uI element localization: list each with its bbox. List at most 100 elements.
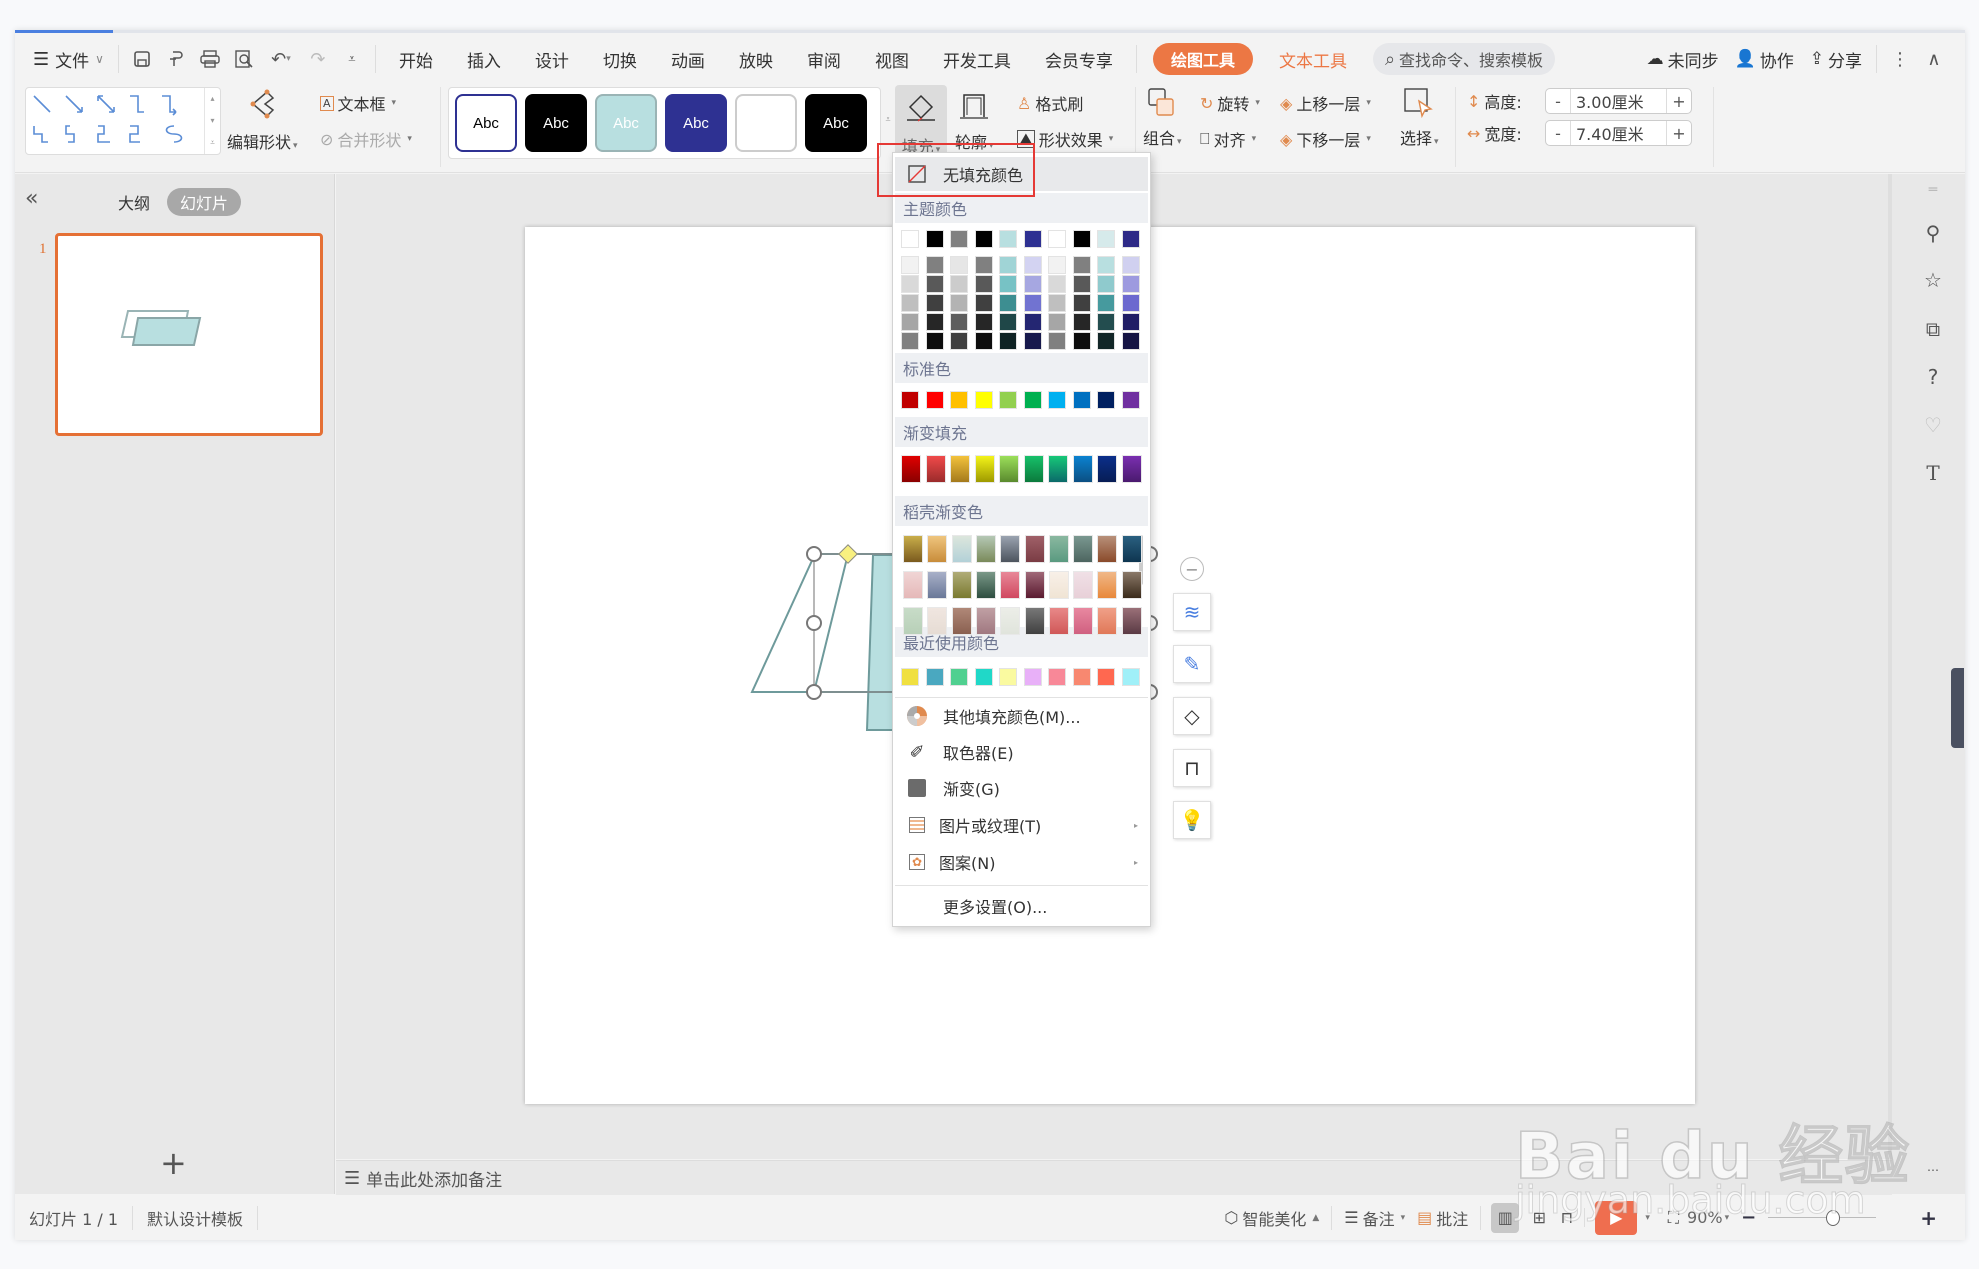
tab-review[interactable]: 审阅 — [790, 39, 858, 79]
more-fill-colors-item[interactable]: 其他填充颜色(M)... — [895, 699, 1148, 733]
theme-color-swatch[interactable] — [925, 230, 944, 248]
layers-button[interactable]: ≋ — [1173, 593, 1211, 631]
align-button[interactable]: ⎕ 对齐 ▾ — [1200, 127, 1256, 151]
slide-sorter-button[interactable]: ⊞ — [1525, 1208, 1553, 1227]
theme-shade-swatch[interactable] — [950, 294, 968, 312]
theme-shade-swatch[interactable] — [925, 332, 944, 350]
pattern-item[interactable]: ✿ 图案(N) ▸ — [895, 845, 1148, 879]
theme-shade-swatch[interactable] — [1072, 313, 1091, 331]
theme-shade-swatch[interactable] — [950, 275, 968, 293]
recent-color-swatch[interactable] — [999, 668, 1017, 686]
shape-style-3[interactable]: Abc — [595, 94, 657, 152]
theme-shade-swatch[interactable] — [974, 256, 993, 274]
gradient-fill-swatch[interactable] — [901, 455, 921, 483]
normal-view-button[interactable]: ▥ — [1491, 1202, 1520, 1233]
theme-shade-swatch[interactable] — [1023, 275, 1042, 293]
add-slide-button[interactable]: + — [160, 1144, 187, 1182]
zoom-out-button[interactable]: − — [1741, 1207, 1756, 1228]
style-brush-button[interactable]: ✎ — [1173, 645, 1211, 683]
height-decrease-button[interactable]: - — [1546, 92, 1570, 111]
collapse-float-toolbar[interactable]: − — [1180, 557, 1204, 581]
theme-shade-swatch[interactable] — [1121, 256, 1140, 274]
theme-shade-swatch[interactable] — [1023, 294, 1042, 312]
gradient-fill-swatch[interactable] — [1048, 455, 1068, 483]
template-name[interactable]: 默认设计模板 — [147, 1205, 259, 1230]
collapse-panel-button[interactable]: « — [25, 186, 38, 211]
zoom-slider[interactable] — [1768, 1208, 1877, 1228]
standard-color-swatch[interactable] — [999, 391, 1017, 409]
docer-gradient-swatch[interactable] — [1073, 535, 1094, 563]
theme-shade-swatch[interactable] — [1097, 256, 1115, 274]
recent-color-swatch[interactable] — [1097, 668, 1115, 686]
tab-developer[interactable]: 开发工具 — [926, 39, 1028, 79]
docer-gradient-swatch[interactable] — [1097, 571, 1118, 599]
theme-shade-swatch[interactable] — [1072, 332, 1091, 350]
recent-color-swatch[interactable] — [925, 668, 944, 686]
theme-shade-swatch[interactable] — [1121, 294, 1140, 312]
docer-gradient-swatch[interactable] — [951, 607, 972, 635]
resize-handle-bl[interactable] — [806, 684, 822, 700]
recent-color-swatch[interactable] — [974, 668, 993, 686]
idea-icon[interactable]: ♡ — [1918, 410, 1948, 440]
standard-color-swatch[interactable] — [901, 391, 919, 409]
redo-icon[interactable]: ↷ — [301, 42, 335, 76]
standard-color-swatch[interactable] — [1048, 391, 1066, 409]
theme-color-swatch[interactable] — [1121, 230, 1140, 248]
zoom-slider-thumb[interactable] — [1825, 1209, 1840, 1226]
theme-shade-swatch[interactable] — [1121, 275, 1140, 293]
collapse-ribbon-icon[interactable]: ∧ — [1917, 42, 1951, 76]
theme-shade-swatch[interactable] — [974, 332, 993, 350]
tab-insert[interactable]: 插入 — [450, 39, 518, 79]
tab-slides[interactable]: 幻灯片 — [167, 188, 242, 216]
docer-gradient-swatch[interactable] — [927, 607, 948, 635]
theme-shade-swatch[interactable] — [974, 275, 993, 293]
height-increase-button[interactable]: + — [1667, 92, 1691, 111]
properties-icon[interactable]: ⚲ — [1918, 218, 1948, 248]
picture-texture-item[interactable]: 图片或纹理(T) ▸ — [895, 808, 1148, 842]
theme-shade-swatch[interactable] — [1072, 256, 1091, 274]
save-icon[interactable] — [125, 42, 159, 76]
gradient-fill-swatch[interactable] — [1121, 455, 1142, 483]
theme-color-swatch[interactable] — [974, 230, 993, 248]
file-menu[interactable]: ☰ 文件 ∨ — [25, 39, 112, 79]
tab-slideshow[interactable]: 放映 — [722, 39, 790, 79]
slide-thumbnail[interactable] — [55, 233, 323, 436]
recent-color-swatch[interactable] — [950, 668, 968, 686]
resize-handle-tl[interactable] — [806, 546, 822, 562]
recent-color-swatch[interactable] — [901, 668, 919, 686]
rotate-button[interactable]: ↻ 旋转 ▾ — [1200, 91, 1260, 115]
docer-gradient-swatch[interactable] — [1097, 535, 1118, 563]
recent-color-swatch[interactable] — [1121, 668, 1140, 686]
theme-shade-swatch[interactable] — [1023, 313, 1042, 331]
docer-gradient-swatch[interactable] — [1121, 607, 1142, 635]
docer-gradient-swatch[interactable] — [903, 571, 923, 599]
tab-outline[interactable]: 大纲 — [118, 190, 150, 214]
gradient-fill-swatch[interactable] — [1097, 455, 1117, 483]
quick-fill-button[interactable]: ◇ — [1173, 697, 1211, 735]
quick-outline-button[interactable]: ⊓ — [1173, 749, 1211, 787]
share-button[interactable]: ⇪ 分享 — [1802, 39, 1870, 79]
theme-shade-swatch[interactable] — [950, 313, 968, 331]
shape-style-1[interactable]: Abc — [455, 94, 517, 152]
docer-gradient-swatch[interactable] — [1024, 607, 1045, 635]
docer-gradient-swatch[interactable] — [1024, 535, 1045, 563]
tab-member[interactable]: 会员专享 — [1028, 39, 1130, 79]
theme-shade-swatch[interactable] — [1097, 313, 1115, 331]
docer-gradient-swatch[interactable] — [975, 607, 996, 635]
width-spinner[interactable]: - 7.40厘米 + — [1545, 120, 1692, 146]
theme-color-swatch[interactable] — [999, 230, 1017, 248]
gradient-fill-swatch[interactable] — [1072, 455, 1093, 483]
docer-gradient-swatch[interactable] — [1000, 535, 1021, 563]
theme-shade-swatch[interactable] — [950, 256, 968, 274]
docer-gradient-swatch[interactable] — [1048, 535, 1069, 563]
customize-toolbar-icon[interactable]: ⩡ — [335, 42, 369, 76]
docer-gradient-swatch[interactable] — [1048, 571, 1069, 599]
docer-gradient-swatch[interactable] — [1024, 571, 1045, 599]
standard-color-swatch[interactable] — [1072, 391, 1091, 409]
help-icon[interactable]: ? — [1918, 362, 1948, 392]
notes-area[interactable]: ☰ 单击此处添加备注 — [336, 1160, 1892, 1195]
format-painter-button[interactable]: ♙ 格式刷 — [1017, 91, 1083, 115]
docer-gradient-swatch[interactable] — [1121, 571, 1142, 599]
tab-drawing-tools[interactable]: 绘图工具 — [1152, 43, 1253, 75]
send-backward-button[interactable]: ◈ 下移一层 ▾ — [1280, 127, 1371, 151]
